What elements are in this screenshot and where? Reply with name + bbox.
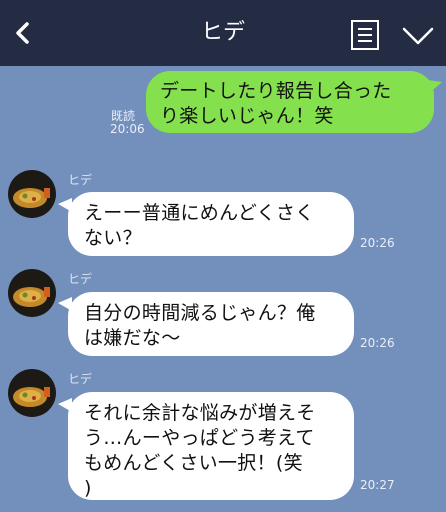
avatar-image — [8, 170, 56, 218]
avatar[interactable] — [8, 170, 56, 218]
message-line: ない？ — [84, 227, 142, 249]
avatar[interactable] — [8, 269, 56, 317]
avatar-image — [8, 269, 56, 317]
message-line: 自分の時間減るじゃん？俺 — [84, 302, 316, 324]
message-line: り楽しいじゃん！笑 — [160, 105, 334, 127]
message-line: もめんどくさい一択！(笑 — [84, 452, 303, 474]
message-line: えーー普通にめんどくさく — [84, 202, 315, 224]
message-line: デートしたり報告し合った — [160, 80, 392, 102]
message-line: ) — [84, 477, 92, 499]
avatar[interactable] — [8, 369, 56, 417]
notes-icon[interactable] — [350, 19, 380, 51]
message-time: 20:26 — [360, 236, 395, 250]
incoming-message-bubble[interactable]: それに余計な悩みが増えそ う…んーやっぱどう考えて もめんどくさい一択！(笑 ) — [68, 392, 354, 500]
message-line: う…んーやっぱどう考えて — [84, 427, 315, 449]
message-line: それに余計な悩みが増えそ — [84, 402, 316, 424]
message-time: 20:27 — [360, 478, 395, 492]
sender-name: ヒデ — [68, 372, 93, 386]
incoming-message-bubble[interactable]: 自分の時間減るじゃん？俺 は嫌だな〜 — [68, 292, 354, 356]
incoming-message-bubble[interactable]: えーー普通にめんどくさく ない？ — [68, 192, 354, 256]
chevron-down-icon[interactable] — [402, 26, 434, 46]
message-time: 20:26 — [360, 336, 395, 350]
sender-name: ヒデ — [68, 173, 93, 187]
sender-name: ヒデ — [68, 272, 93, 286]
avatar-image — [8, 369, 56, 417]
message-line: は嫌だな〜 — [84, 327, 181, 349]
outgoing-message-bubble[interactable]: デートしたり報告し合った り楽しいじゃん！笑 — [146, 71, 434, 133]
message-time: 20:06 — [110, 122, 145, 136]
chat-header: ヒデ — [0, 0, 446, 66]
